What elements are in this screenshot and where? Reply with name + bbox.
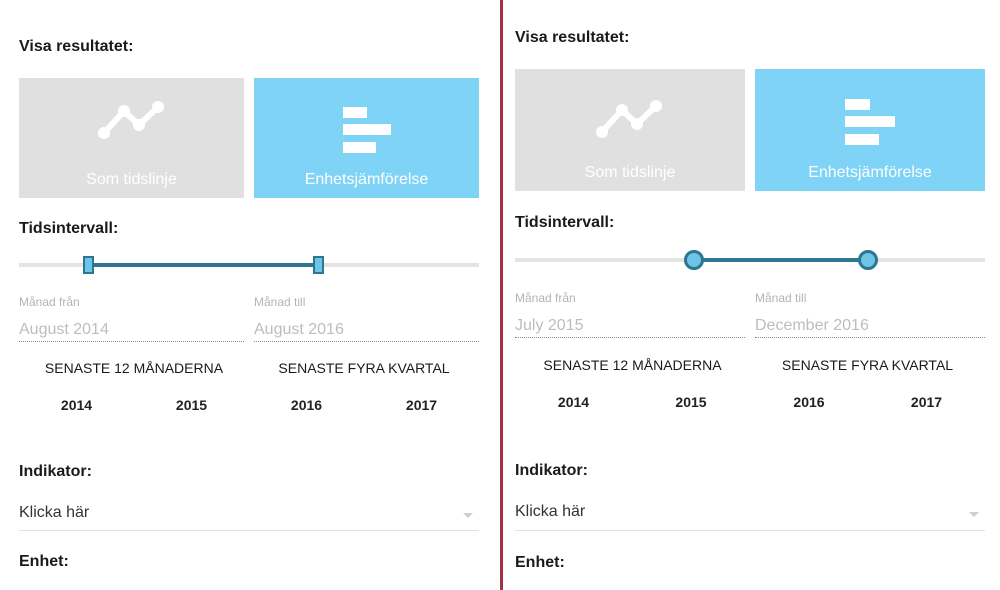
indicator-label: Indikator: — [515, 462, 588, 479]
preset-last-12-months[interactable]: SENASTE 12 MÅNADERNA — [515, 357, 750, 373]
year-2014[interactable]: 2014 — [19, 397, 134, 413]
dropdown-caret-icon[interactable] — [463, 513, 473, 518]
month-from-label: Månad från — [19, 295, 80, 309]
year-2015[interactable]: 2015 — [632, 394, 750, 410]
month-to-label: Månad till — [254, 295, 306, 309]
line-chart-icon — [515, 99, 745, 139]
month-from-input[interactable] — [515, 310, 745, 338]
timeline-view-button[interactable]: Som tidslinje — [515, 69, 745, 191]
time-range-slider[interactable] — [515, 250, 985, 270]
show-results-label: Visa resultatet: — [515, 29, 630, 46]
month-from-input[interactable] — [19, 314, 244, 342]
year-2016[interactable]: 2016 — [249, 397, 364, 413]
timeline-view-label: Som tidslinje — [86, 171, 177, 188]
month-from-field[interactable]: Månad från — [515, 291, 745, 338]
year-2017[interactable]: 2017 — [868, 394, 985, 410]
time-interval-label: Tidsintervall: — [19, 220, 119, 237]
unit-comparison-label: Enhetsjämförelse — [304, 171, 429, 188]
preset-last-12-months[interactable]: SENASTE 12 MÅNADERNA — [19, 360, 249, 376]
time-interval-label: Tidsintervall: — [515, 214, 615, 231]
year-2016[interactable]: 2016 — [750, 394, 868, 410]
preset-last-four-quarters[interactable]: SENASTE FYRA KVARTAL — [249, 360, 479, 376]
month-from-field[interactable]: Månad från — [19, 295, 244, 342]
slider-end-handle[interactable] — [313, 256, 324, 274]
filter-panel-right: Visa resultatet: Som tidslinje Enhetsjäm… — [503, 0, 1000, 590]
dropdown-caret-icon[interactable] — [969, 512, 979, 517]
unit-comparison-button[interactable]: Enhetsjämförelse — [254, 78, 479, 198]
time-range-slider[interactable] — [19, 255, 479, 275]
month-from-label: Månad från — [515, 291, 576, 305]
slider-selected-range — [88, 263, 318, 267]
unit-comparison-button[interactable]: Enhetsjämförelse — [755, 69, 985, 191]
show-results-label: Visa resultatet: — [19, 38, 134, 55]
slider-start-handle[interactable] — [83, 256, 94, 274]
indicator-select-value: Klicka här — [19, 504, 90, 521]
indicator-label: Indikator: — [19, 463, 92, 480]
year-2017[interactable]: 2017 — [364, 397, 479, 413]
indicator-select[interactable]: Klicka här — [515, 499, 985, 531]
month-to-field[interactable]: Månad till — [755, 291, 985, 338]
slider-end-handle[interactable] — [857, 250, 878, 270]
unit-label: Enhet: — [515, 554, 565, 571]
month-to-label: Månad till — [755, 291, 807, 305]
horizontal-bars-icon — [254, 105, 479, 155]
line-chart-icon — [19, 100, 244, 140]
indicator-select-value: Klicka här — [515, 503, 586, 520]
slider-selected-range — [693, 258, 868, 262]
preset-last-four-quarters[interactable]: SENASTE FYRA KVARTAL — [750, 357, 985, 373]
year-2014[interactable]: 2014 — [515, 394, 632, 410]
month-to-input[interactable] — [755, 310, 985, 338]
unit-label: Enhet: — [19, 553, 69, 570]
horizontal-bars-icon — [755, 97, 985, 147]
timeline-view-button[interactable]: Som tidslinje — [19, 78, 244, 198]
indicator-select[interactable]: Klicka här — [19, 500, 479, 531]
filter-panel-left: Visa resultatet: Som tidslinje Enhetsjäm… — [0, 0, 500, 590]
month-to-field[interactable]: Månad till — [254, 295, 479, 342]
slider-start-handle[interactable] — [683, 250, 704, 270]
timeline-view-label: Som tidslinje — [584, 164, 676, 181]
year-2015[interactable]: 2015 — [134, 397, 249, 413]
unit-comparison-label: Enhetsjämförelse — [808, 164, 932, 181]
month-to-input[interactable] — [254, 314, 479, 342]
